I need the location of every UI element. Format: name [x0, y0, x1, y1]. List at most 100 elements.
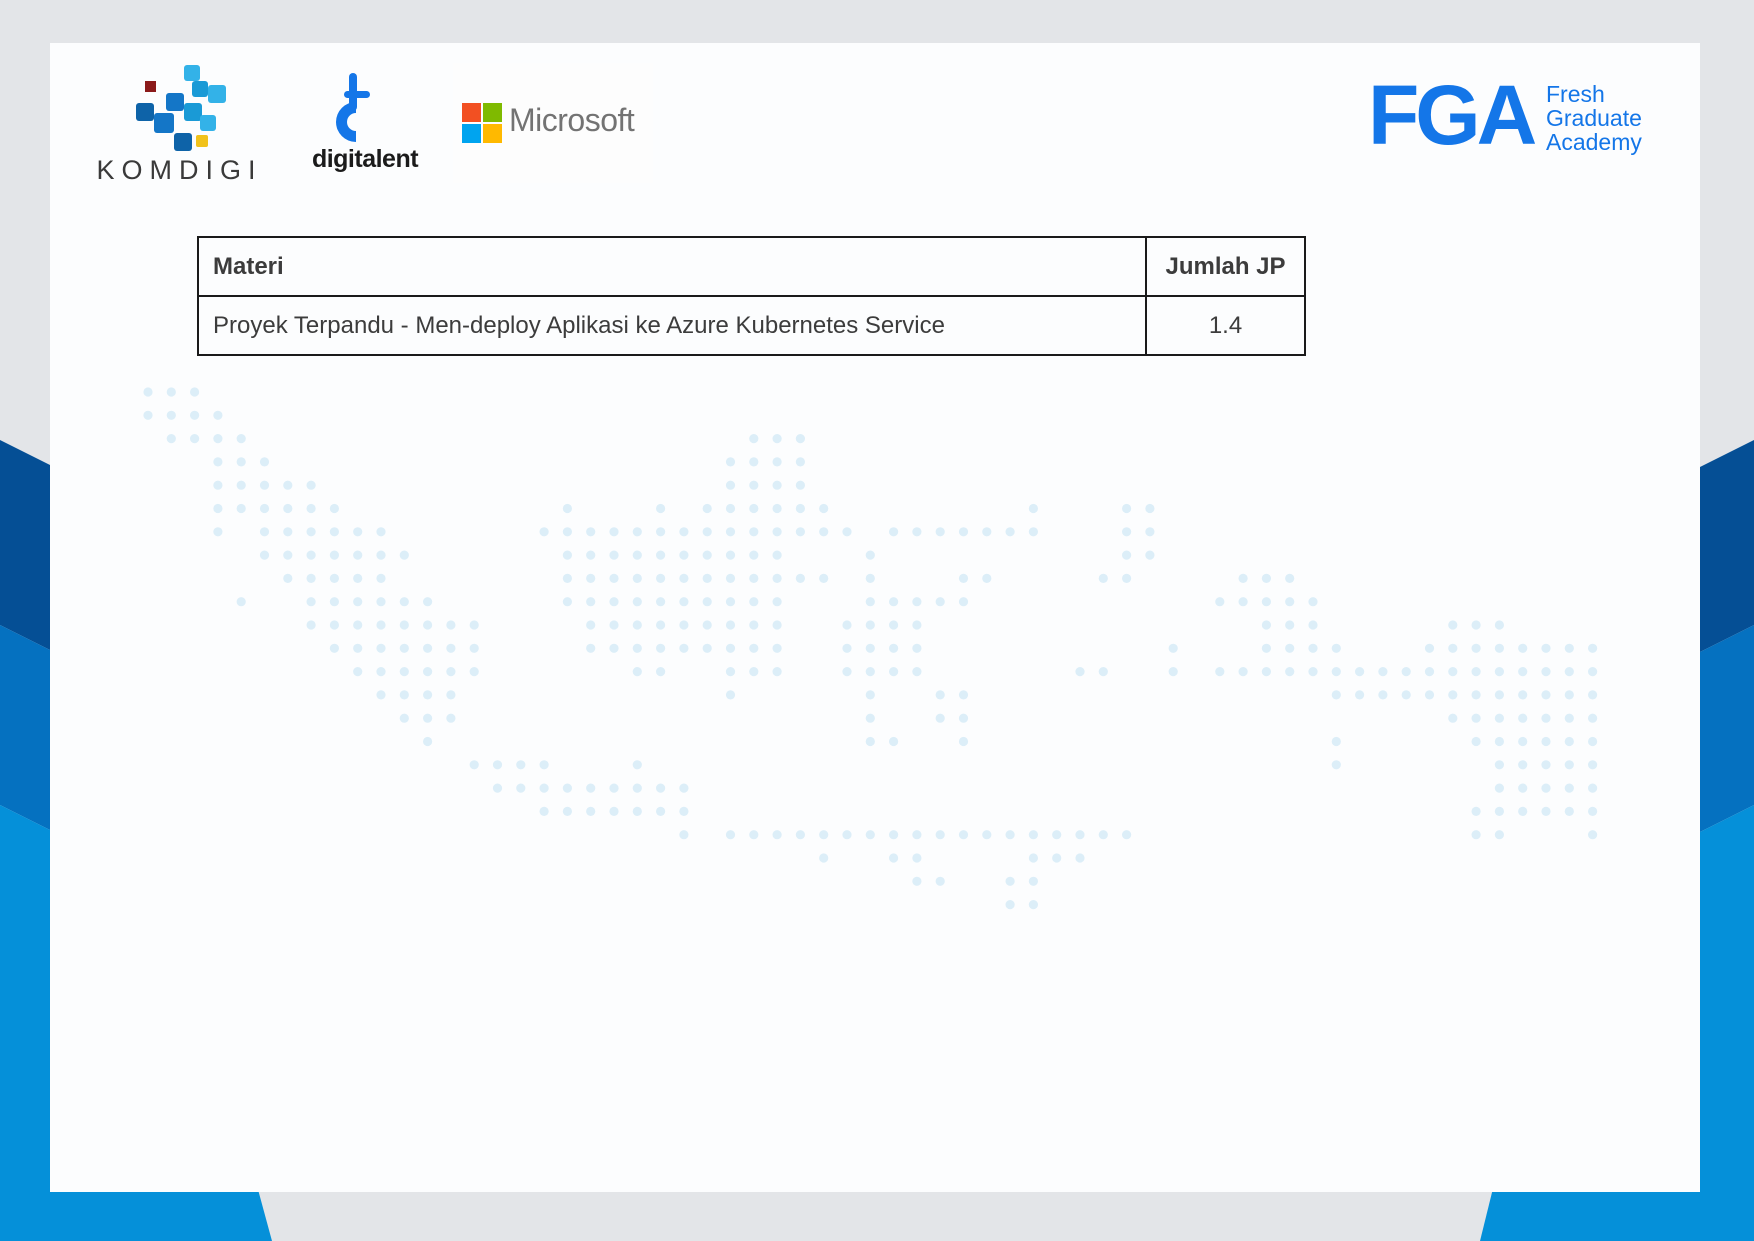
- map-dot: [190, 410, 200, 420]
- map-dot: [283, 550, 293, 560]
- map-dot: [399, 690, 409, 700]
- map-dot: [772, 830, 782, 840]
- map-dot: [1494, 760, 1504, 770]
- map-dot: [306, 503, 316, 514]
- map-dot: [656, 783, 666, 793]
- map-dot: [1564, 690, 1574, 700]
- map-dot: [586, 573, 596, 584]
- map-dot: [1518, 643, 1528, 653]
- map-dot: [1122, 830, 1132, 840]
- map-dot: [1238, 667, 1248, 677]
- map-dot: [1075, 667, 1085, 677]
- map-dot: [516, 783, 526, 793]
- map-dot: [329, 620, 339, 630]
- map-dot: [469, 667, 479, 677]
- map-dot: [935, 690, 945, 700]
- map-dot: [1541, 806, 1551, 817]
- map-dot: [958, 713, 969, 723]
- map-dot: [656, 573, 666, 584]
- map-dot: [749, 620, 759, 630]
- map-dot: [1122, 550, 1132, 560]
- map-dot: [749, 457, 759, 467]
- map-dot: [1285, 620, 1295, 630]
- map-dot: [446, 643, 456, 653]
- map-dot: [1331, 667, 1341, 677]
- map-dot: [749, 480, 759, 490]
- map-dot: [1145, 503, 1155, 514]
- map-dot: [795, 503, 806, 514]
- cell-jumlah-jp: 1.4: [1145, 295, 1306, 356]
- map-dot: [819, 573, 829, 584]
- map-dot: [1494, 690, 1504, 700]
- map-dot: [1355, 690, 1365, 700]
- map-dot: [935, 830, 945, 840]
- map-dot: [889, 527, 899, 537]
- map-dot: [516, 760, 526, 770]
- map-dot: [702, 527, 712, 537]
- map-dot: [1541, 736, 1551, 747]
- map-dot: [1494, 643, 1504, 653]
- map-dot: [213, 480, 223, 490]
- map-dot: [1308, 597, 1318, 607]
- map-dot: [679, 527, 689, 537]
- map-dot: [423, 713, 433, 723]
- map-dot: [702, 620, 712, 630]
- map-dot: [609, 806, 619, 817]
- map-dot: [656, 527, 666, 537]
- map-dot: [609, 620, 619, 630]
- map-dot: [749, 830, 759, 840]
- map-dot: [1541, 643, 1551, 653]
- map-dot: [749, 550, 759, 560]
- map-dot: [725, 597, 736, 607]
- map-dot: [236, 597, 246, 607]
- map-dot: [586, 806, 596, 817]
- map-dot: [1308, 667, 1318, 677]
- map-dot: [725, 643, 736, 653]
- map-dot: [679, 643, 689, 653]
- map-dot: [376, 573, 386, 584]
- map-dot: [259, 527, 270, 537]
- map-dot: [702, 550, 712, 560]
- map-dot: [586, 620, 596, 630]
- map-dot: [1588, 806, 1598, 817]
- map-dot: [958, 573, 969, 584]
- map-dot: [1518, 713, 1528, 723]
- map-dot: [353, 550, 363, 560]
- map-dot: [1588, 713, 1598, 723]
- map-dot: [166, 410, 176, 420]
- map-dot: [259, 457, 270, 467]
- map-dot: [259, 550, 270, 560]
- map-dot: [819, 503, 829, 514]
- map-dot: [259, 503, 270, 514]
- map-dot: [609, 783, 619, 793]
- map-dot: [353, 667, 363, 677]
- map-dot: [1238, 597, 1248, 607]
- map-dot: [376, 527, 386, 537]
- certificate-page: KOMDIGI digitalent Microsoft FGA Fresh G…: [50, 43, 1700, 1192]
- map-dot: [1471, 830, 1481, 840]
- fga-logo-text: Fresh Graduate Academy: [1546, 82, 1642, 154]
- microsoft-logo: Microsoft: [453, 63, 653, 183]
- map-dot: [935, 876, 945, 886]
- map-dot: [912, 876, 922, 886]
- map-dot: [236, 434, 246, 444]
- map-dot: [1588, 667, 1598, 677]
- digitalent-logo-icon: [336, 73, 370, 142]
- map-dot: [749, 503, 759, 514]
- map-dot: [329, 573, 339, 584]
- map-dot: [912, 597, 922, 607]
- map-dot: [236, 457, 246, 467]
- map-dot: [772, 597, 782, 607]
- map-dot: [376, 597, 386, 607]
- map-dot: [865, 643, 875, 653]
- map-dot: [1471, 713, 1481, 723]
- map-dot: [819, 830, 829, 840]
- map-dot: [1005, 876, 1015, 886]
- map-dot: [1588, 736, 1598, 747]
- table-header-row: Materi Jumlah JP: [197, 236, 1306, 297]
- map-dot: [446, 667, 456, 677]
- map-dot: [1471, 620, 1481, 630]
- map-dot: [376, 667, 386, 677]
- map-dot: [958, 597, 969, 607]
- map-dot: [632, 643, 642, 653]
